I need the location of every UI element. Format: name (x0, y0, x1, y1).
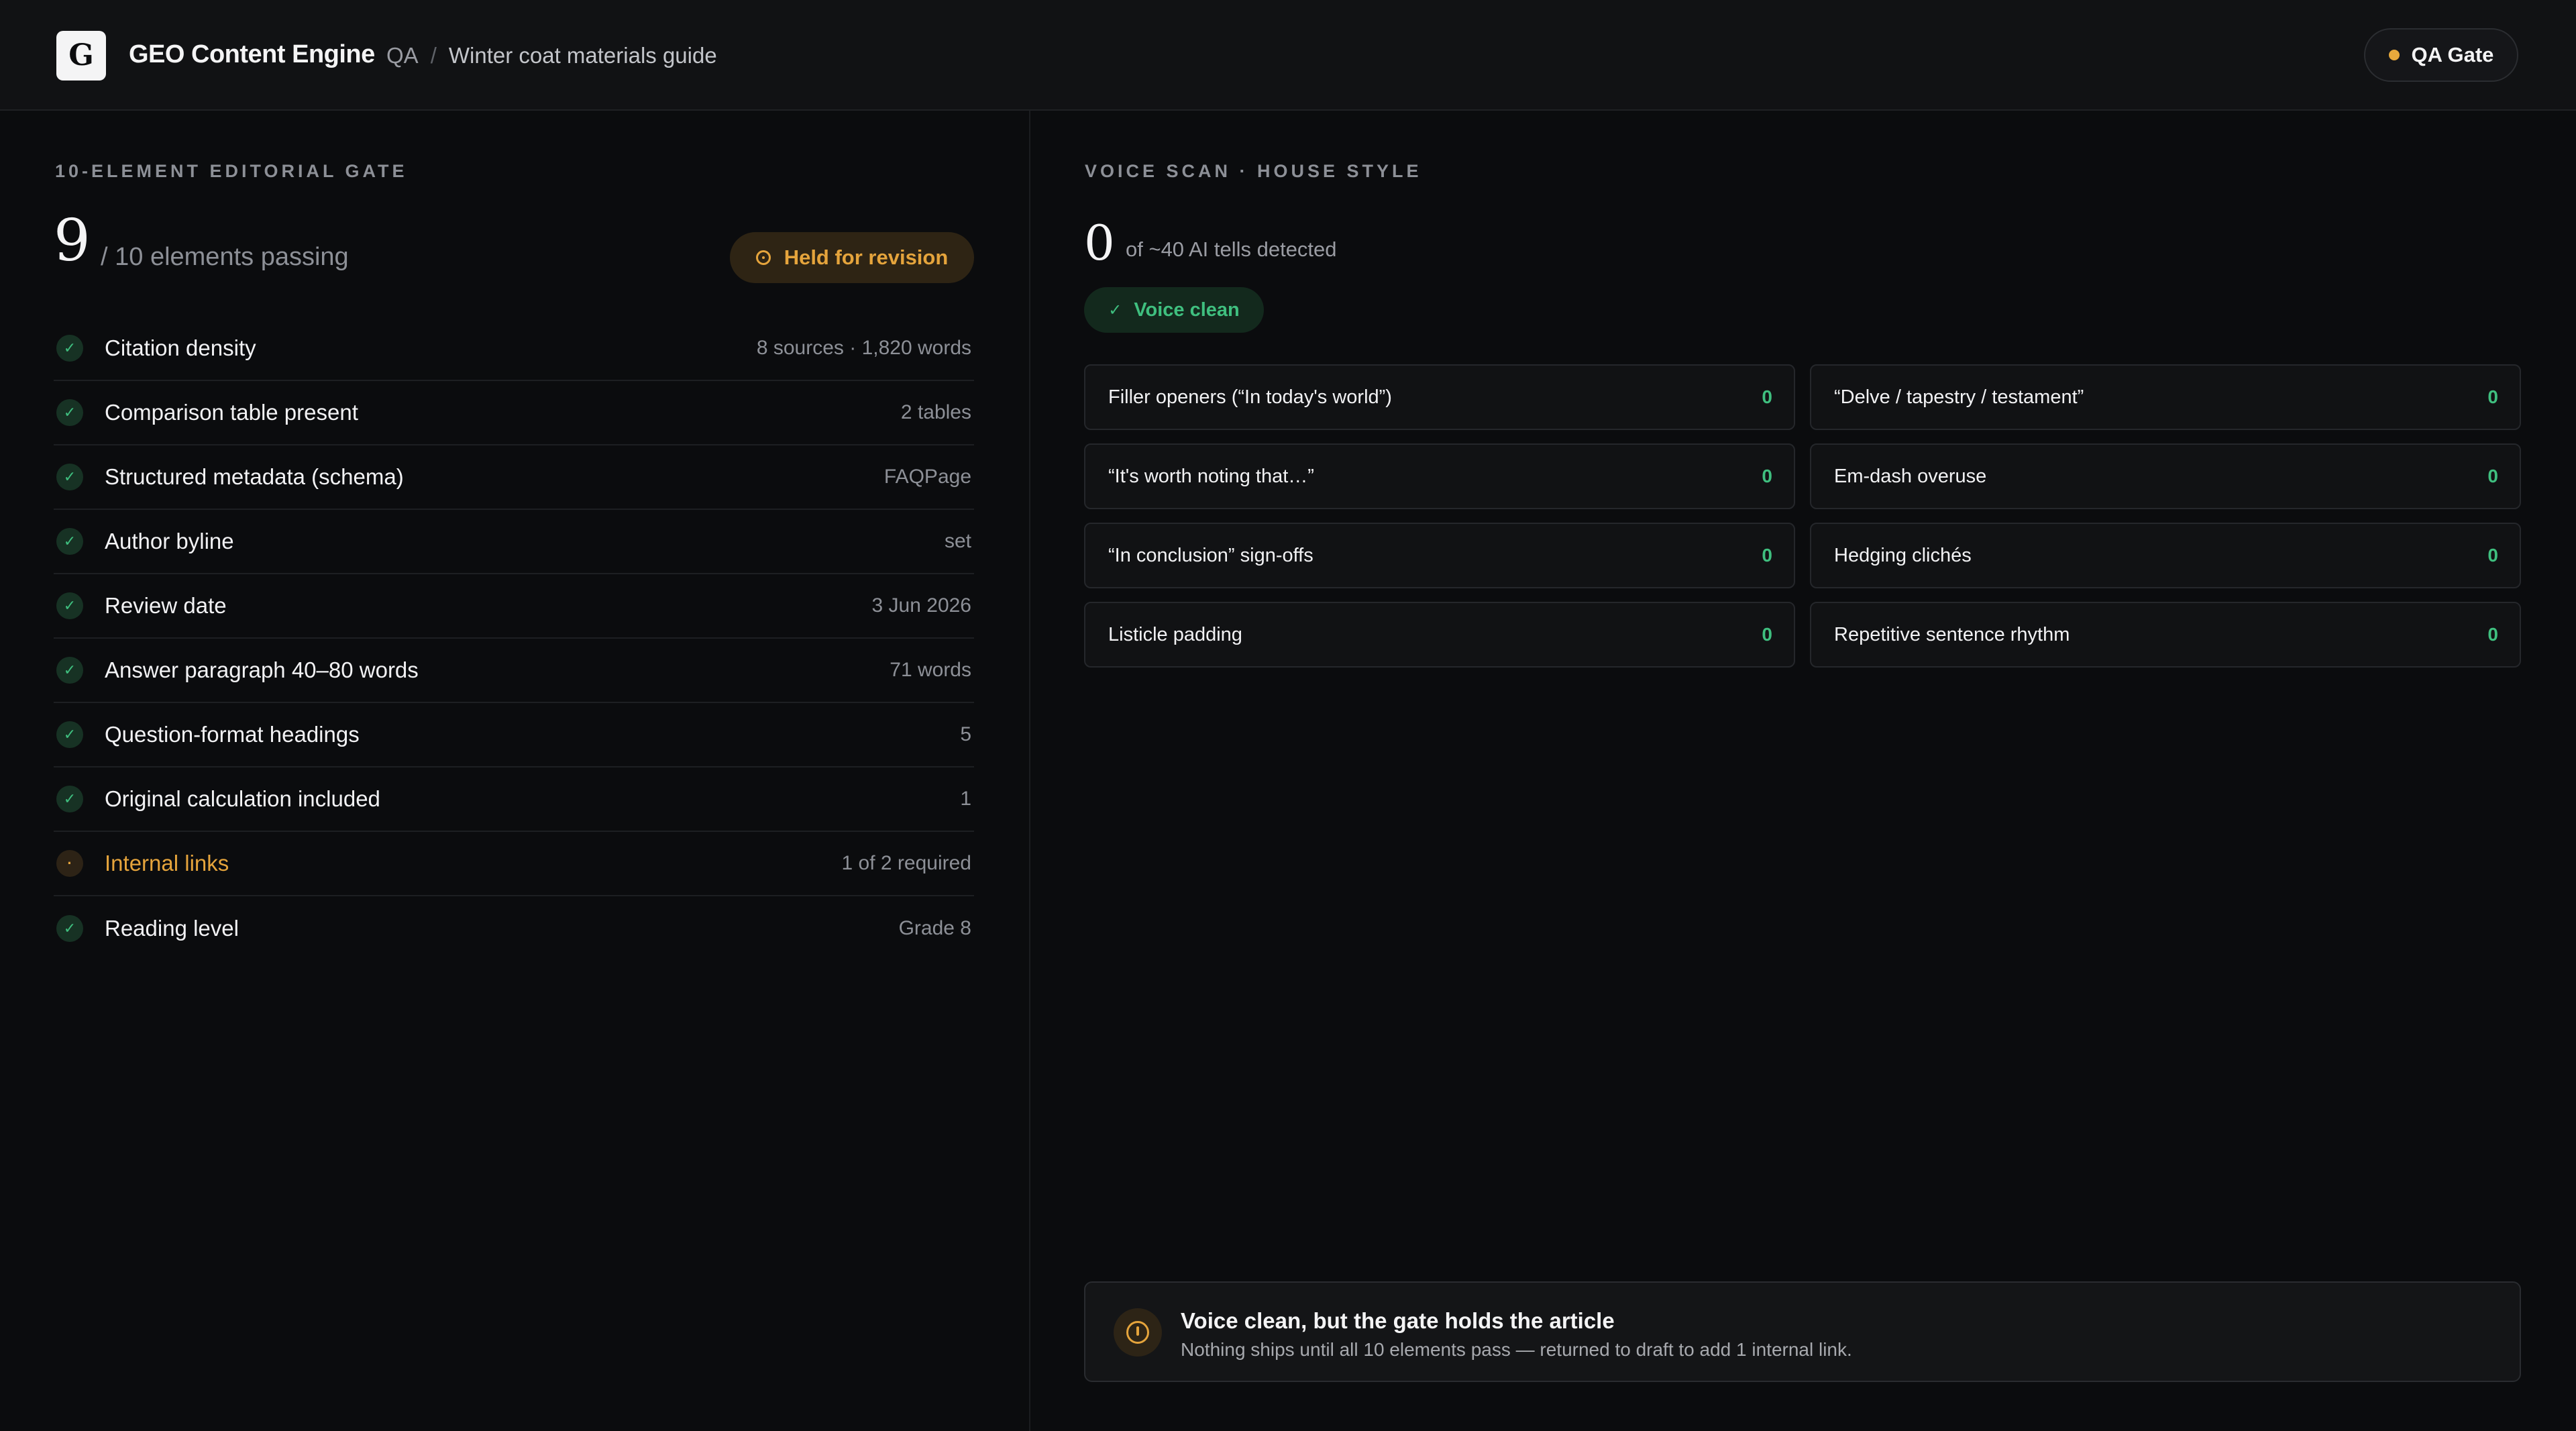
tell-name: Repetitive sentence rhythm (1834, 623, 2070, 645)
checklist-item-label: Question-format headings (105, 722, 360, 747)
tell-count: 0 (1762, 386, 1772, 407)
tell-count: 0 (1762, 466, 1772, 486)
checklist-item-citation-density[interactable]: ✓ Citation density 8 sources · 1,820 wor… (54, 317, 974, 381)
tell-card-worth-noting[interactable]: “It's worth noting that…” 0 (1084, 443, 1795, 509)
checklist-item-label: Review date (105, 593, 227, 618)
checklist-item-detail: Grade 8 (898, 917, 971, 939)
checklist-item-label: Original calculation included (105, 786, 380, 811)
tell-card-hedging[interactable]: Hedging clichés 0 (1810, 523, 2521, 588)
check-icon: ✓ (56, 915, 83, 942)
voice-scan-title: VOICE SCAN · HOUSE STYLE (1085, 161, 1422, 181)
tell-count: 0 (2487, 386, 2498, 407)
gate-score-caption: / 10 elements passing (101, 243, 349, 271)
tell-name: “In conclusion” sign-offs (1108, 544, 1313, 566)
held-status-label: Held for revision (784, 246, 949, 269)
checklist-item-detail: 5 (960, 723, 971, 745)
checklist-item-detail: 2 tables (900, 401, 971, 423)
tell-card-in-conclusion[interactable]: “In conclusion” sign-offs 0 (1084, 523, 1795, 588)
check-icon: ✓ (56, 399, 83, 426)
checklist-item-internal-links[interactable]: · Internal links 1 of 2 required (54, 832, 974, 896)
checklist-item-detail: 71 words (890, 659, 971, 681)
checklist-item-detail: FAQPage (883, 466, 971, 488)
tell-name: “It's worth noting that…” (1108, 465, 1314, 487)
alert-icon (1114, 1308, 1162, 1357)
ai-tells-count: 0 (1084, 215, 1115, 271)
checklist-item-structured-metadata[interactable]: ✓ Structured metadata (schema) FAQPage (54, 445, 974, 510)
checklist-item-review-date[interactable]: ✓ Review date 3 Jun 2026 (54, 574, 974, 639)
check-icon: ✓ (56, 786, 83, 812)
notice-title: Voice clean, but the gate holds the arti… (1181, 1308, 1615, 1333)
tell-count: 0 (1762, 624, 1772, 645)
voice-clean-badge: ✓ Voice clean (1084, 287, 1264, 333)
checklist-item-label: Citation density (105, 335, 256, 360)
tell-count: 0 (2487, 466, 2498, 486)
gate-score: 9 (54, 207, 91, 274)
tell-count: 0 (1762, 545, 1772, 566)
checklist-item-label: Structured metadata (schema) (105, 464, 404, 489)
tell-card-delve-tapestry[interactable]: “Delve / tapestry / testament” 0 (1810, 364, 2521, 430)
breadcrumb-separator: / (430, 43, 437, 68)
checklist-item-label: Answer paragraph 40–80 words (105, 657, 419, 682)
check-icon: ✓ (56, 657, 83, 684)
checklist-item-detail: 1 (960, 788, 971, 810)
ai-tells-grid: Filler openers (“In today's world”) 0 “D… (1084, 364, 2521, 668)
app-title: GEO Content Engine (129, 40, 375, 68)
tell-card-sentence-rhythm[interactable]: Repetitive sentence rhythm 0 (1810, 602, 2521, 668)
top-bar: G GEO Content Engine QA / Winter coat mate… (0, 0, 2576, 111)
check-icon: ✓ (56, 335, 83, 362)
checklist-item-author-byline[interactable]: ✓ Author byline set (54, 510, 974, 574)
tell-name: Hedging clichés (1834, 544, 1972, 566)
tell-count: 0 (2487, 624, 2498, 645)
checklist-item-detail: set (944, 530, 971, 552)
checklist-item-original-calculation[interactable]: ✓ Original calculation included 1 (54, 767, 974, 832)
check-icon: ✓ (56, 721, 83, 748)
checklist-item-detail: 3 Jun 2026 (871, 594, 971, 617)
tell-name: Em-dash overuse (1834, 465, 1987, 487)
pending-dot-icon: · (56, 850, 83, 877)
pending-icon (755, 250, 771, 265)
breadcrumb-section[interactable]: QA (386, 43, 419, 68)
tell-name: Listicle padding (1108, 623, 1242, 645)
checklist-item-comparison-table[interactable]: ✓ Comparison table present 2 tables (54, 381, 974, 445)
tell-card-listicle-padding[interactable]: Listicle padding 0 (1084, 602, 1795, 668)
status-dot-icon (2388, 50, 2400, 60)
panel-divider (1029, 111, 1030, 1431)
checklist-item-reading-level[interactable]: ✓ Reading level Grade 8 (54, 896, 974, 961)
breadcrumb-current: Winter coat materials guide (448, 43, 717, 68)
checklist-item-detail: 8 sources · 1,820 words (756, 337, 971, 359)
checklist-item-label: Reading level (105, 916, 239, 941)
qa-gate-chip[interactable]: QA Gate (2364, 28, 2518, 82)
app-logo[interactable]: G (56, 31, 106, 81)
gate-hold-notice: Voice clean, but the gate holds the arti… (1084, 1281, 2521, 1382)
tell-card-filler-openers[interactable]: Filler openers (“In today's world”) 0 (1084, 364, 1795, 430)
checklist-item-label: Comparison table present (105, 400, 358, 425)
checklist-item-label: Author byline (105, 529, 234, 553)
held-status-badge: Held for revision (730, 232, 974, 283)
check-icon: ✓ (1108, 301, 1122, 319)
check-icon: ✓ (56, 528, 83, 555)
gate-section-title: 10-ELEMENT EDITORIAL GATE (55, 161, 408, 181)
checklist-item-label: Internal links (105, 851, 229, 876)
voice-clean-label: Voice clean (1134, 299, 1240, 321)
qa-gate-label: QA Gate (2411, 43, 2494, 66)
checklist-item-detail: 1 of 2 required (841, 852, 971, 874)
ai-tells-caption: of ~40 AI tells detected (1126, 237, 1337, 261)
notice-body: Nothing ships until all 10 elements pass… (1181, 1339, 1852, 1360)
check-icon: ✓ (56, 464, 83, 490)
tell-name: Filler openers (“In today's world”) (1108, 386, 1392, 408)
checklist-item-answer-paragraph[interactable]: ✓ Answer paragraph 40–80 words 71 words (54, 639, 974, 703)
check-icon: ✓ (56, 592, 83, 619)
tell-name: “Delve / tapestry / testament” (1834, 386, 2084, 408)
gate-checklist: ✓ Citation density 8 sources · 1,820 wor… (54, 317, 974, 961)
checklist-item-question-headings[interactable]: ✓ Question-format headings 5 (54, 703, 974, 767)
tell-card-em-dash[interactable]: Em-dash overuse 0 (1810, 443, 2521, 509)
breadcrumb: QA / Winter coat materials guide (386, 43, 717, 68)
tell-count: 0 (2487, 545, 2498, 566)
